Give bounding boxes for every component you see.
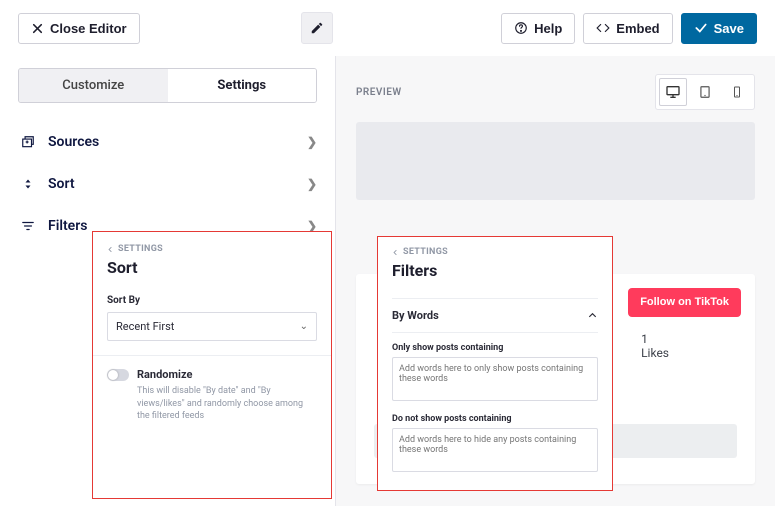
only-show-input[interactable] [392, 357, 598, 401]
filters-icon [21, 219, 35, 233]
panel-title: Filters [392, 261, 598, 280]
breadcrumb[interactable]: SETTINGS [107, 244, 317, 254]
device-desktop[interactable] [659, 78, 687, 106]
close-editor-button[interactable]: Close Editor [18, 13, 140, 44]
save-button[interactable]: Save [681, 13, 757, 44]
check-icon [694, 21, 708, 35]
pencil-icon [310, 21, 324, 35]
divider [93, 355, 331, 356]
by-words-accordion[interactable]: By Words [392, 298, 598, 333]
chevron-right-icon: ❯ [307, 177, 317, 191]
by-words-label: By Words [392, 309, 439, 322]
chevron-left-icon [107, 246, 114, 253]
sort-settings-panel: SETTINGS Sort Sort By Recent First ⌄ Ran… [92, 231, 332, 499]
randomize-label: Randomize [137, 368, 192, 381]
tab-settings[interactable]: Settings [168, 69, 317, 102]
device-tablet[interactable] [691, 78, 719, 106]
tablet-icon [698, 85, 712, 99]
chevron-down-icon: ⌄ [300, 321, 308, 332]
likes-text: Likes [641, 346, 669, 360]
mobile-icon [731, 85, 743, 99]
menu-item-sort[interactable]: Sort ❯ [18, 163, 317, 205]
preview-header-area [356, 122, 755, 200]
dont-show-input[interactable] [392, 428, 598, 472]
code-icon [596, 21, 610, 35]
only-show-label: Only show posts containing [392, 343, 598, 353]
tab-customize[interactable]: Customize [19, 69, 168, 102]
sort-by-label: Sort By [107, 295, 317, 306]
randomize-toggle[interactable] [107, 369, 129, 381]
breadcrumb-label: SETTINGS [403, 247, 448, 257]
embed-label: Embed [616, 21, 659, 36]
embed-button[interactable]: Embed [583, 13, 672, 44]
breadcrumb-label: SETTINGS [118, 244, 163, 254]
top-bar: Close Editor Help Embed Save [0, 0, 775, 56]
breadcrumb[interactable]: SETTINGS [392, 247, 598, 257]
close-icon [31, 22, 44, 35]
help-label: Help [534, 21, 562, 36]
edit-button[interactable] [301, 12, 333, 44]
chevron-up-icon [587, 310, 598, 321]
chevron-right-icon: ❯ [307, 135, 317, 149]
menu-label-filters: Filters [48, 218, 87, 234]
device-mobile[interactable] [723, 78, 751, 106]
likes-count: 1 Likes [641, 332, 669, 360]
follow-tiktok-button[interactable]: Follow on TikTok [628, 288, 741, 317]
device-switcher [655, 74, 755, 110]
menu-label-sources: Sources [48, 134, 99, 150]
close-editor-label: Close Editor [50, 21, 127, 36]
sort-icon [22, 177, 34, 191]
sort-by-select[interactable]: Recent First ⌄ [107, 312, 317, 341]
preview-label: PREVIEW [356, 87, 402, 98]
help-icon [514, 21, 528, 35]
panel-title: Sort [107, 258, 317, 277]
sidebar-tabs: Customize Settings [18, 68, 317, 103]
menu-label-sort: Sort [48, 176, 75, 192]
help-button[interactable]: Help [501, 13, 575, 44]
filters-settings-panel: SETTINGS Filters By Words Only show post… [377, 236, 613, 491]
dont-show-label: Do not show posts containing [392, 414, 598, 424]
desktop-icon [665, 84, 681, 100]
chevron-left-icon [392, 249, 399, 256]
sort-by-value: Recent First [116, 320, 174, 333]
sources-icon [21, 135, 35, 149]
menu-item-sources[interactable]: Sources ❯ [18, 121, 317, 163]
likes-number: 1 [641, 332, 669, 346]
save-label: Save [714, 21, 744, 36]
randomize-help: This will disable "By date" and "By view… [107, 385, 317, 423]
